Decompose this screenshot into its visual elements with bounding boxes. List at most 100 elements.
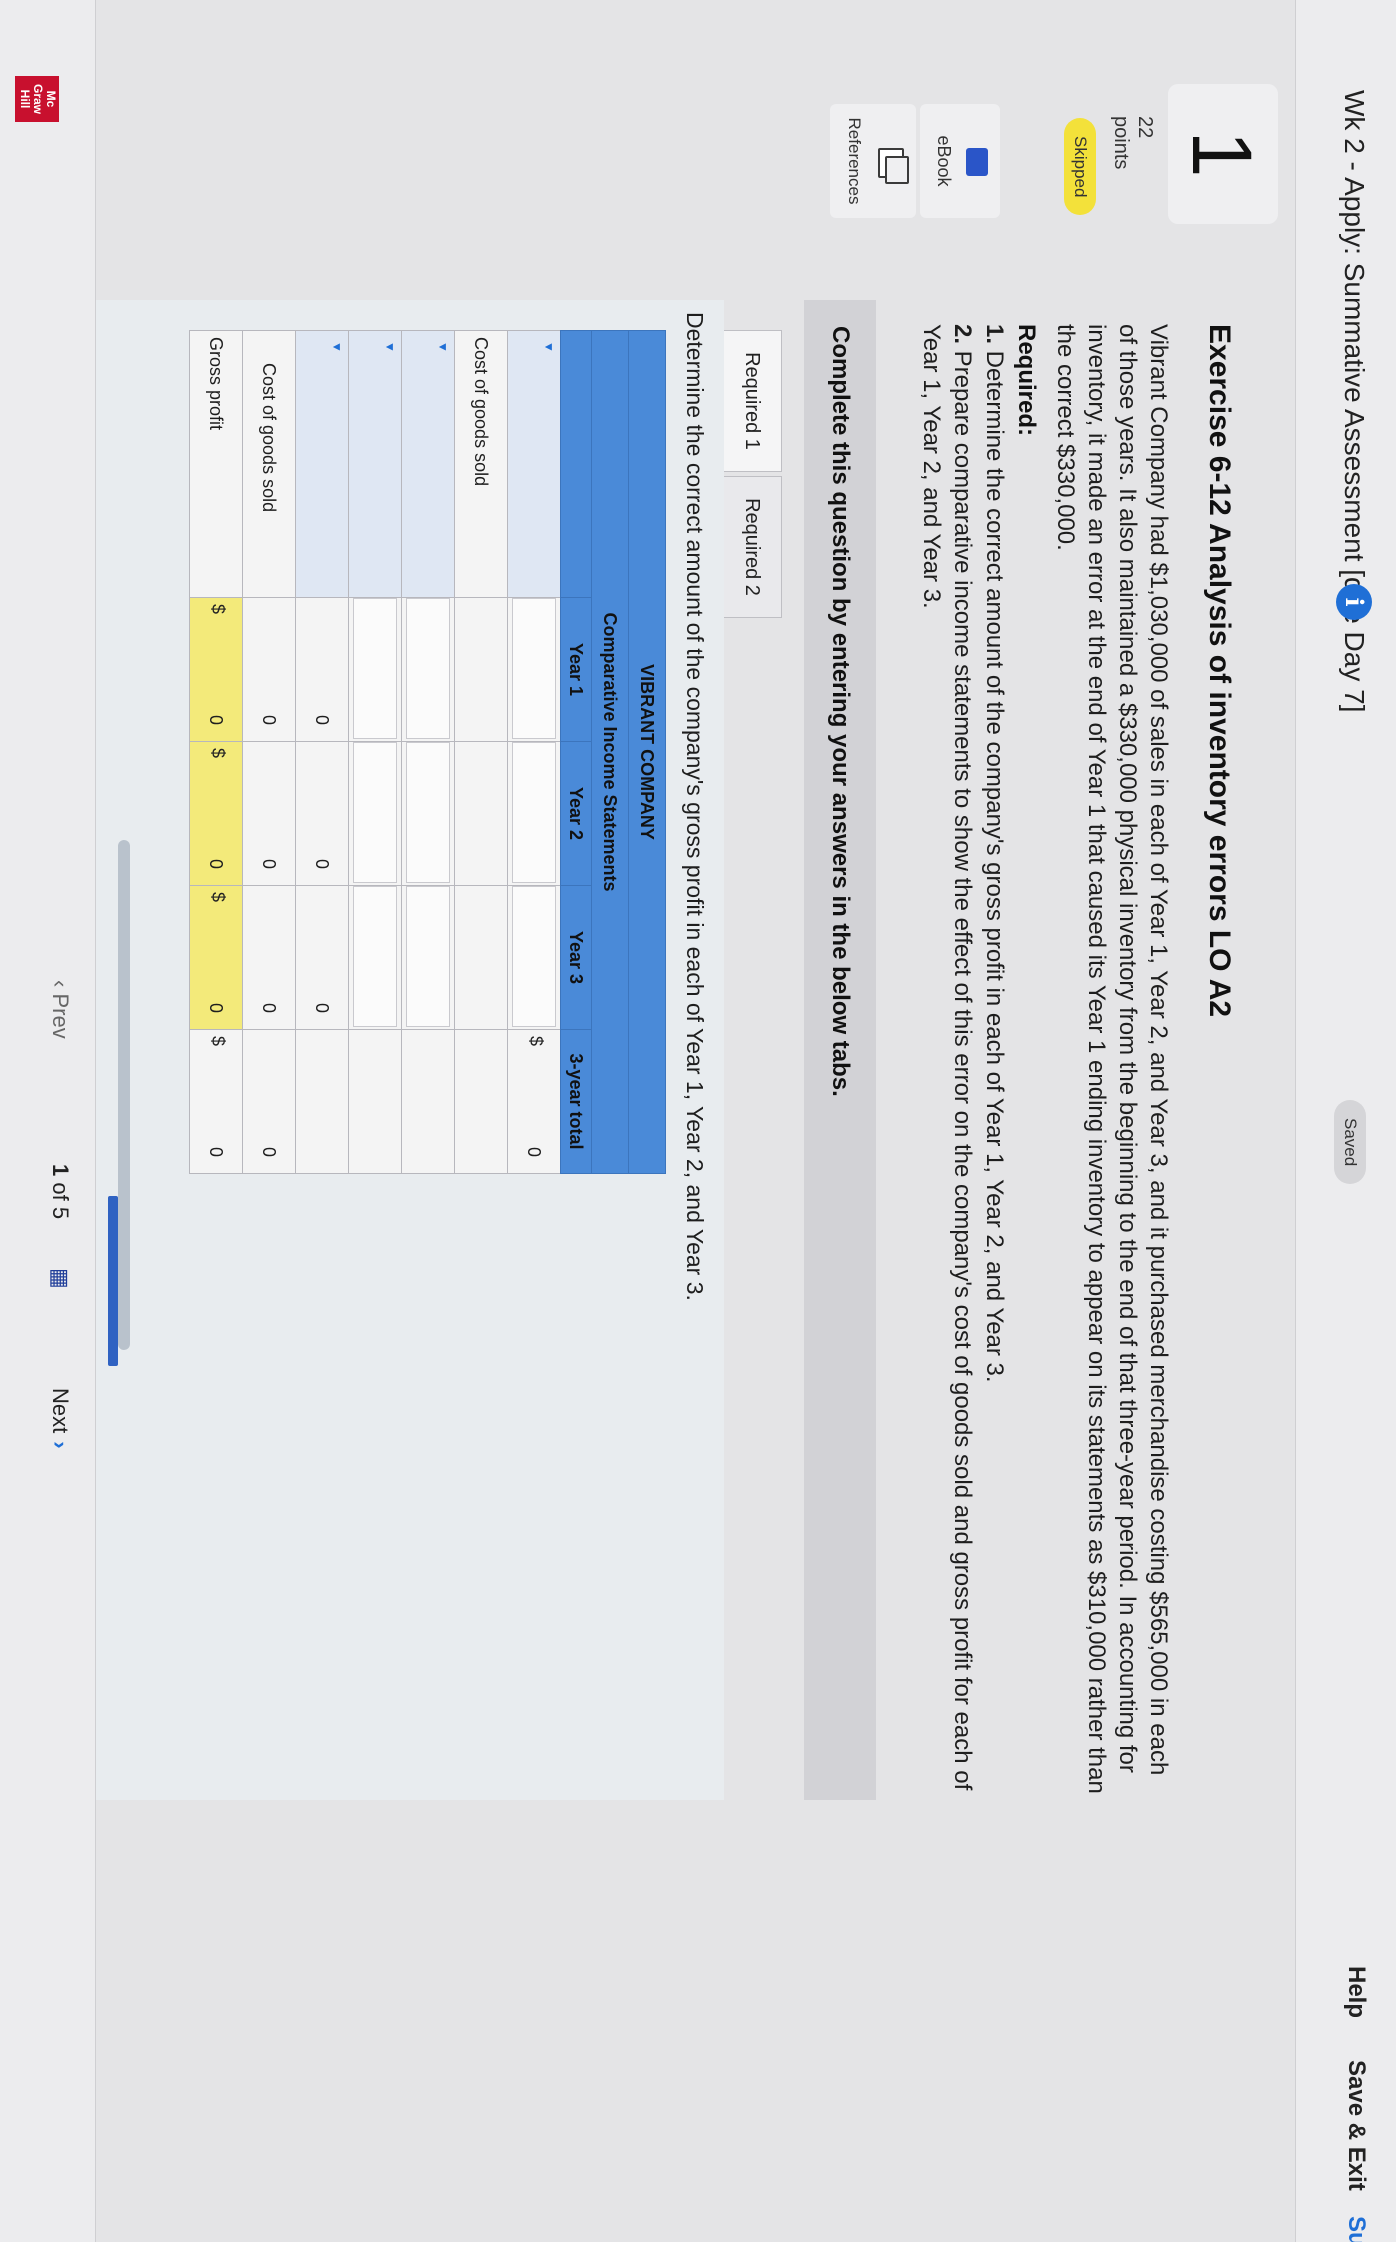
column-header-year-3: Year 3 <box>560 885 592 1030</box>
row-label-gross-profit: Gross profit <box>189 330 243 598</box>
currency-symbol: $ <box>208 604 228 615</box>
row-label-cost-of-goods-sold-subtotal: Cost of goods sold <box>242 330 296 598</box>
references-icon <box>878 148 904 178</box>
mcgraw-hill-logo: Mc Graw Hill <box>15 76 59 122</box>
cell-year-2 <box>348 741 402 886</box>
page-current: 1 <box>48 1164 73 1177</box>
cell-year-2: $ 0 <box>189 741 243 886</box>
cell-year-3 <box>401 885 455 1030</box>
footer-nav: Mc Graw Hill ‹ Prev 1 of 5 ▦ Next › <box>0 0 96 2242</box>
instructions-text: Complete this question by entering your … <box>827 326 854 1097</box>
top-bar: Wk 2 - Apply: Summative Assessment [due … <box>1295 0 1396 2242</box>
tab-content: Determine the correct amount of the comp… <box>0 300 724 1800</box>
column-header-year-1: Year 1 <box>560 597 592 742</box>
row-label-dropdown[interactable]: ▼ <box>348 330 402 598</box>
tab-required-2[interactable]: Required 2 <box>722 476 782 618</box>
required-item-2: 2. Prepare comparative income statements… <box>916 324 978 1804</box>
cell-year-2 <box>454 741 508 886</box>
cell-total: 0 <box>242 1029 296 1174</box>
currency-symbol: $ <box>208 892 228 903</box>
table-row: ▼ 0 0 0 <box>295 330 349 1174</box>
cell-year-1 <box>454 597 508 742</box>
info-icon[interactable]: i <box>1336 584 1372 620</box>
year-3-value: 0 <box>259 1002 280 1013</box>
year-2-value: 0 <box>312 858 333 869</box>
next-button[interactable]: Next › <box>47 1388 73 1449</box>
year-2-input[interactable] <box>512 742 556 883</box>
year-3-input[interactable] <box>512 886 556 1027</box>
points-label: points <box>1110 116 1132 170</box>
year-2-value: 0 <box>259 858 280 869</box>
year-2-input[interactable] <box>406 742 450 883</box>
cell-year-3: $ 0 <box>189 885 243 1030</box>
cell-total <box>295 1029 349 1174</box>
references-button[interactable]: References <box>830 104 916 218</box>
horizontal-scrollbar[interactable] <box>118 840 130 1350</box>
question-number: 1 <box>1175 130 1269 178</box>
dropdown-marker-icon: ▼ <box>330 341 344 353</box>
saved-status: Saved <box>1334 1100 1366 1185</box>
cell-year-1: $ 0 <box>189 597 243 742</box>
cell-total: $ 0 <box>189 1029 243 1174</box>
chevron-left-icon: ‹ <box>48 980 73 994</box>
table-row: ▼ $ 0 <box>507 330 561 1174</box>
cell-year-1 <box>401 597 455 742</box>
ebook-button[interactable]: eBook <box>920 104 1000 218</box>
cell-year-3 <box>454 885 508 1030</box>
grid-icon[interactable]: ▦ <box>47 1268 73 1289</box>
cell-total <box>348 1029 402 1174</box>
page-indicator: 1 of 5 <box>47 1164 73 1219</box>
tab-required-1[interactable]: Required 1 <box>722 330 782 472</box>
references-label: References <box>845 117 864 205</box>
ebook-label: eBook <box>934 135 954 187</box>
income-statement-table: VIBRANT COMPANY Comparative Income State… <box>189 330 666 1174</box>
cell-year-2: 0 <box>242 741 296 886</box>
year-1-input[interactable] <box>353 598 397 739</box>
chevron-right-icon: › <box>48 1441 73 1449</box>
company-name: VIBRANT COMPANY <box>628 330 666 1174</box>
help-button[interactable]: Help <box>1342 1966 1370 2018</box>
total-gross-profit: 0 <box>206 1146 227 1157</box>
row-label-dropdown[interactable]: ▼ <box>507 330 561 598</box>
cell-year-2: 0 <box>295 741 349 886</box>
required-item-2-number: 2. <box>949 324 976 345</box>
cell-total <box>401 1029 455 1174</box>
year-3-input[interactable] <box>406 886 450 1027</box>
year-1-gross-profit: 0 <box>206 714 227 725</box>
row-label-dropdown[interactable]: ▼ <box>295 330 349 598</box>
year-3-input[interactable] <box>353 886 397 1027</box>
row-label-text: Gross profit <box>206 337 227 431</box>
cell-year-1: 0 <box>295 597 349 742</box>
year-1-input[interactable] <box>406 598 450 739</box>
cell-year-3 <box>348 885 402 1030</box>
content-instruction: Determine the correct amount of the comp… <box>682 312 708 1301</box>
currency-symbol: $ <box>526 1036 546 1047</box>
page-of: of 5 <box>48 1182 73 1220</box>
row-label-dropdown[interactable]: ▼ <box>401 330 455 598</box>
required-item-2-text: Prepare comparative income statements to… <box>918 324 976 1791</box>
table-row: ▼ <box>348 330 402 1174</box>
year-1-input[interactable] <box>512 598 556 739</box>
column-header-year-2: Year 2 <box>560 741 592 886</box>
year-2-gross-profit: 0 <box>206 858 227 869</box>
cell-year-3 <box>507 885 561 1030</box>
required-item-1-text: Determine the correct amount of the comp… <box>981 344 1008 1383</box>
year-2-input[interactable] <box>353 742 397 883</box>
question-number-box: 1 <box>1168 84 1278 224</box>
required-item-1: 1. Determine the correct amount of the c… <box>979 324 1010 1804</box>
prev-label: Prev <box>48 993 73 1039</box>
dropdown-marker-icon: ▼ <box>436 341 450 353</box>
row-label-text: Cost of goods sold <box>471 337 492 487</box>
prev-button[interactable]: ‹ Prev <box>47 980 73 1039</box>
total-value: 0 <box>259 1146 280 1157</box>
table-row: Cost of goods sold 0 0 0 0 <box>242 330 296 1174</box>
exercise-title: Exercise 6-12 Analysis of inventory erro… <box>1203 324 1236 1018</box>
currency-symbol: $ <box>208 748 228 759</box>
statement-title: Comparative Income Statements <box>591 330 629 1174</box>
cell-total: $ 0 <box>507 1029 561 1174</box>
dropdown-marker-icon: ▼ <box>383 341 397 353</box>
submit-button[interactable]: Su <box>1342 2216 1370 2242</box>
year-1-value: 0 <box>312 714 333 725</box>
save-exit-button[interactable]: Save & Exit <box>1342 2060 1370 2191</box>
cell-year-2 <box>507 741 561 886</box>
